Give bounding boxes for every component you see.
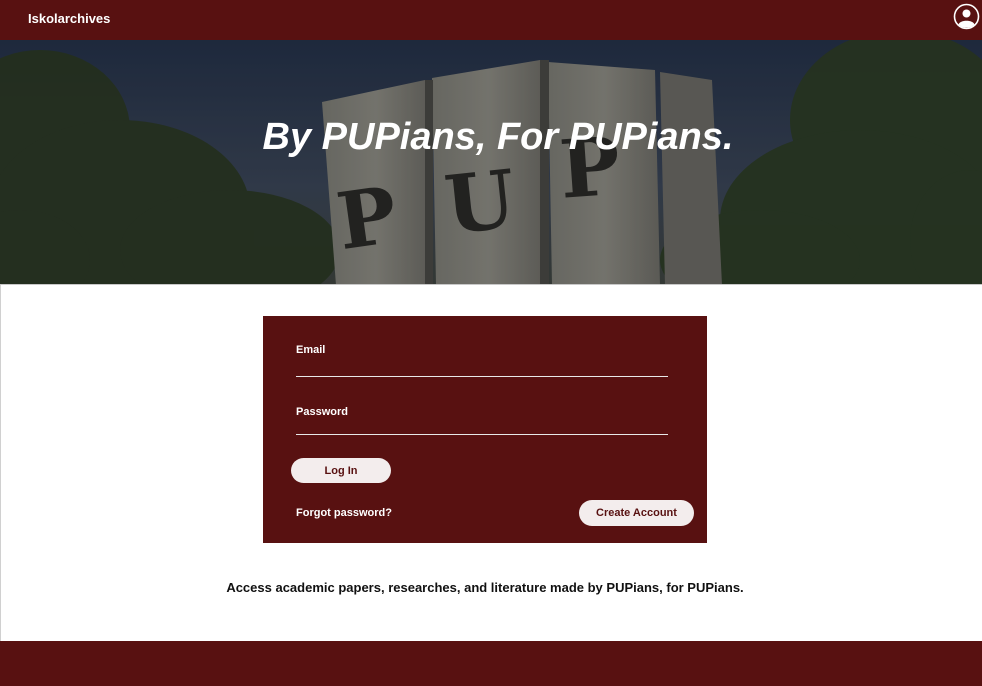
- user-circle-icon: [953, 3, 980, 30]
- profile-button[interactable]: [953, 3, 980, 30]
- top-navbar: Iskolarchives: [0, 0, 982, 40]
- tagline-text: Access academic papers, researches, and …: [226, 580, 744, 595]
- hero-background-image: P U P: [0, 40, 982, 284]
- create-account-button[interactable]: Create Account: [579, 500, 694, 526]
- email-field[interactable]: [296, 355, 668, 377]
- password-field[interactable]: [296, 413, 668, 435]
- hero-banner: P U P By PUPians, For PUPians.: [0, 40, 982, 285]
- hero-title: By PUPians, For PUPians.: [262, 116, 734, 158]
- page-footer: [0, 641, 982, 686]
- site-brand[interactable]: Iskolarchives: [28, 11, 110, 26]
- forgot-password-link[interactable]: Forgot password?: [296, 507, 392, 519]
- login-button[interactable]: Log In: [291, 458, 391, 483]
- login-form: Email Password Log In Forgot password? C…: [263, 316, 707, 543]
